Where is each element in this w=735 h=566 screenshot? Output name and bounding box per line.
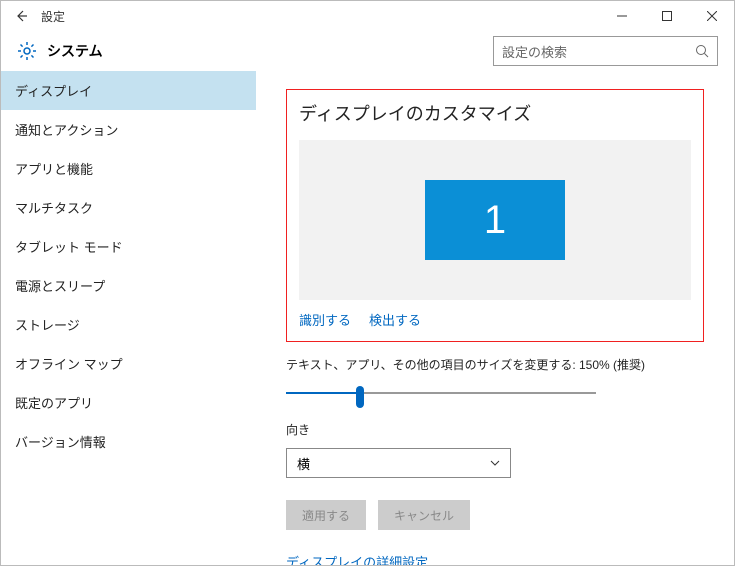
monitor-number: 1 [484,198,506,243]
sidebar-item-label: マルチタスク [15,198,93,217]
sidebar-item-label: 既定のアプリ [15,393,93,412]
advanced-display-link[interactable]: ディスプレイの詳細設定 [286,552,704,565]
sidebar: ディスプレイ 通知とアクション アプリと機能 マルチタスク タブレット モード … [1,71,256,565]
search-placeholder: 設定の検索 [502,42,567,61]
minimize-icon [617,11,627,21]
window-title: 設定 [41,8,65,25]
sidebar-item-label: オフライン マップ [15,354,123,373]
cancel-button[interactable]: キャンセル [378,500,470,530]
sidebar-item-power[interactable]: 電源とスリープ [1,266,256,305]
sidebar-item-display[interactable]: ディスプレイ [1,71,256,110]
sidebar-item-label: バージョン情報 [15,432,106,451]
apply-button[interactable]: 適用する [286,500,366,530]
slider-fill [286,392,361,394]
sidebar-item-maps[interactable]: オフライン マップ [1,344,256,383]
back-button[interactable] [9,4,33,28]
gear-icon [17,41,37,61]
monitor-preview[interactable]: 1 [299,140,691,300]
section-title: ディスプレイのカスタマイズ [299,100,691,126]
display-customize-box: ディスプレイのカスタマイズ 1 識別する 検出する [286,89,704,342]
orientation-label: 向き [286,421,704,438]
search-icon [695,44,709,58]
identify-link[interactable]: 識別する [299,310,351,329]
sidebar-item-storage[interactable]: ストレージ [1,305,256,344]
minimize-button[interactable] [599,1,644,31]
sidebar-item-label: 通知とアクション [15,120,118,139]
slider-thumb[interactable] [356,386,364,408]
sidebar-item-label: ストレージ [15,315,80,334]
arrow-left-icon [14,9,28,23]
sidebar-item-tablet[interactable]: タブレット モード [1,227,256,266]
page-title: システム [47,41,103,61]
sidebar-item-label: ディスプレイ [15,81,92,100]
maximize-icon [662,11,672,21]
orientation-select[interactable]: 横 [286,448,511,478]
size-label: テキスト、アプリ、その他の項目のサイズを変更する: 150% (推奨) [286,356,704,373]
close-button[interactable] [689,1,734,31]
sidebar-item-multitask[interactable]: マルチタスク [1,188,256,227]
sidebar-item-apps[interactable]: アプリと機能 [1,149,256,188]
sidebar-item-label: アプリと機能 [15,159,93,178]
sidebar-item-label: タブレット モード [15,237,123,256]
sidebar-item-label: 電源とスリープ [15,276,105,295]
sidebar-item-default-apps[interactable]: 既定のアプリ [1,383,256,422]
orientation-value: 横 [297,454,310,473]
sidebar-item-about[interactable]: バージョン情報 [1,422,256,461]
maximize-button[interactable] [644,1,689,31]
search-input[interactable]: 設定の検索 [493,36,718,66]
scale-slider[interactable] [286,383,596,403]
sidebar-item-notifications[interactable]: 通知とアクション [1,110,256,149]
detect-link[interactable]: 検出する [369,310,421,329]
monitor-1[interactable]: 1 [425,180,565,260]
chevron-down-icon [490,460,500,466]
apply-label: 適用する [302,507,350,524]
cancel-label: キャンセル [394,507,454,524]
close-icon [707,11,717,21]
